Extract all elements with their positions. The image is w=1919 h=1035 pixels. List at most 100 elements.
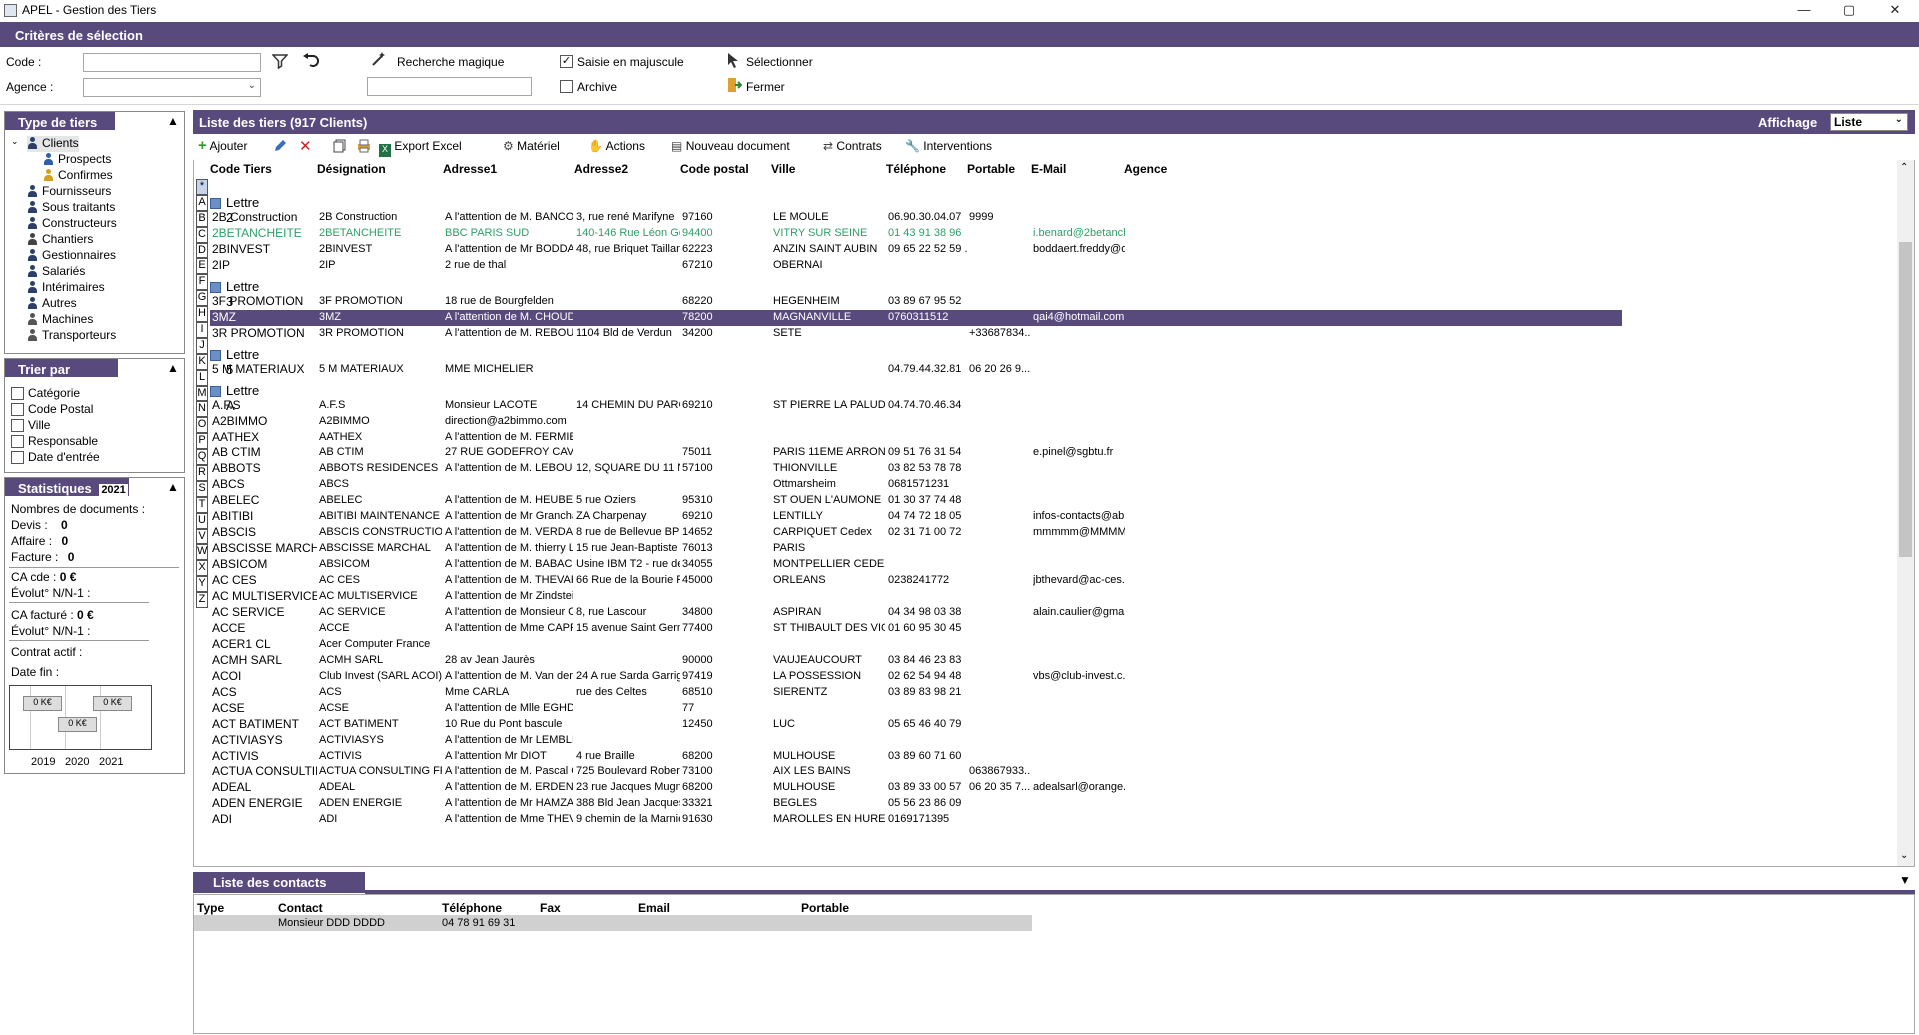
letter-index-button[interactable]: J [196, 337, 208, 354]
table-row[interactable]: ACTUA CONSULTIN...ACTUA CONSULTING FRA..… [210, 764, 1622, 780]
letter-index-button[interactable]: K [196, 353, 208, 370]
table-row[interactable]: AATHEX AATHEX A l'attention de M. FERMIER [210, 430, 1622, 446]
tree-item-chantiers[interactable]: Chantiers [27, 232, 182, 248]
letter-index-button[interactable]: D [196, 242, 208, 259]
table-row[interactable]: AC CES AC CES A l'attention de M. THEVAR..… [210, 573, 1622, 589]
letter-index-button[interactable]: I [196, 322, 208, 338]
table-row[interactable]: 5 M MATERIAUX 5 M MATERIAUX MME MICHELIER 0… [210, 362, 1622, 378]
column-header[interactable]: Adresse2 [574, 162, 628, 176]
tree-item-fournisseurs[interactable]: Fournisseurs [27, 184, 182, 200]
letter-index-button[interactable]: X [196, 560, 208, 577]
letter-index-button[interactable]: Q [196, 449, 208, 466]
tree-item-machines[interactable]: Machines [27, 312, 182, 328]
tree-item-prospects[interactable]: Prospects [27, 152, 182, 168]
tree-item-salariés[interactable]: Salariés [27, 264, 182, 280]
close-button[interactable]: ✕ [1872, 0, 1918, 21]
tree-item-sous-traitants[interactable]: Sous traitants [27, 200, 182, 216]
contact-column-header[interactable]: Email [638, 901, 670, 915]
table-row[interactable]: ACTIVIS ACTIVIS A l'attention Mr DIOT 4 rue… [210, 749, 1622, 765]
letter-index-button[interactable]: H [196, 306, 208, 323]
column-header[interactable]: Téléphone [886, 162, 946, 176]
sort-option[interactable]: Ville [11, 418, 181, 434]
filter-icon[interactable] [271, 53, 289, 72]
scroll-up-icon[interactable]: ⌃ [1900, 162, 1908, 173]
column-header[interactable]: Code Tiers [210, 162, 272, 176]
table-row[interactable]: ADEN ENERGIE ADEN ENERGIE A l'attention de… [210, 796, 1622, 812]
table-row[interactable]: AB CTIM AB CTIM 27 RUE GODEFROY CAVAI... 75… [210, 445, 1622, 461]
letter-index-button[interactable]: U [196, 512, 208, 529]
code-input[interactable] [83, 53, 261, 72]
contracts-button[interactable]: ⇄ Contrats [823, 139, 882, 153]
column-header[interactable]: E-Mail [1031, 162, 1066, 176]
maximize-button[interactable]: ▢ [1826, 0, 1872, 21]
display-select[interactable]: Liste ⌄ [1830, 113, 1908, 131]
table-row[interactable]: ACSE ACSE A l'attention de Mlle EGHD... 77 [210, 701, 1622, 717]
vertical-scrollbar[interactable]: ⌃ ⌄ [1897, 160, 1914, 866]
sort-option[interactable]: Catégorie [11, 386, 181, 402]
contact-column-header[interactable]: Contact [278, 901, 323, 915]
magic-search-input[interactable] [367, 77, 532, 96]
sort-option[interactable]: Responsable [11, 434, 181, 450]
tree-item-confirmes[interactable]: Confirmes [27, 168, 182, 184]
contact-column-header[interactable]: Fax [540, 901, 561, 915]
letter-index-button[interactable]: * [196, 179, 208, 195]
sort-option[interactable]: Date d'entrée [11, 450, 181, 466]
actions-button[interactable]: ✋ Actions [588, 139, 645, 153]
magic-search-label[interactable]: Recherche magique [397, 55, 504, 69]
table-row[interactable]: ACS ACS Mme CARLA rue des Celtes 68510 SIEREN… [210, 685, 1622, 701]
column-header[interactable]: Adresse1 [443, 162, 497, 176]
letter-index-button[interactable]: P [196, 433, 208, 450]
column-header[interactable]: Portable [967, 162, 1015, 176]
agence-select[interactable]: ⌄ [83, 78, 261, 97]
letter-index-button[interactable]: N [196, 401, 208, 418]
sort-checkbox[interactable] [11, 403, 24, 416]
letter-index-button[interactable]: L [196, 369, 208, 386]
tree-item-autres[interactable]: Autres [27, 296, 182, 312]
edit-icon[interactable] [273, 139, 287, 156]
table-row[interactable]: AC MULTISERVICE AC MULTISERVICE A l'attent… [210, 589, 1622, 605]
letter-index-button[interactable]: E [196, 258, 208, 275]
table-row[interactable]: ACCE ACCE A l'attention de Mme CAPR... 15 a… [210, 621, 1622, 637]
letter-index-button[interactable]: S [196, 480, 208, 497]
table-row[interactable]: ABSCISSE MARCHA...ABSCISSE MARCHAL A l'at… [210, 541, 1622, 557]
tree-item-constructeurs[interactable]: Constructeurs [27, 216, 182, 232]
letter-index-button[interactable]: O [196, 417, 208, 434]
contact-column-header[interactable]: Téléphone [442, 901, 502, 915]
tree-item-intérimaires[interactable]: Intérimaires [27, 280, 182, 296]
contact-column-header[interactable]: Type [197, 901, 224, 915]
table-row[interactable]: 2IP 2IP 2 rue de thal 67210 OBERNAI [210, 258, 1622, 274]
table-row[interactable]: ACER1 CL Acer Computer France [210, 637, 1622, 653]
print-icon[interactable] [357, 139, 371, 156]
copy-icon[interactable] [333, 139, 346, 156]
letter-index-button[interactable]: V [196, 528, 208, 545]
tree-item-gestionnaires[interactable]: Gestionnaires [27, 248, 182, 264]
letter-index-button[interactable]: W [196, 544, 208, 561]
contact-column-header[interactable]: Portable [801, 901, 849, 915]
table-row[interactable]: ABCS ABCS Ottmarsheim 0681571231 [210, 477, 1622, 493]
uppercase-checkbox[interactable]: ✓ [560, 55, 573, 68]
table-row[interactable]: 2B Construction 2B Construction A l'attent… [210, 210, 1622, 226]
tree-item-transporteurs[interactable]: Transporteurs [27, 328, 182, 344]
collapse-up-icon[interactable]: ▲ [167, 114, 179, 128]
contact-row[interactable]: Monsieur DDD DDDD 04 78 91 69 31 [194, 915, 1032, 931]
export-excel-button[interactable]: X Export Excel [379, 139, 462, 157]
minimize-button[interactable]: — [1781, 0, 1827, 21]
table-row[interactable]: A.F.S A.F.S Monsieur LACOTE 14 CHEMIN DU PA… [210, 398, 1622, 414]
collapse-up-icon[interactable]: ▲ [167, 361, 179, 375]
table-row[interactable]: 3R PROMOTION 3R PROMOTION A l'attention de… [210, 326, 1622, 342]
table-row[interactable]: ACTIVIASYS ACTIVIASYS A l'attention de Mr … [210, 733, 1622, 749]
letter-index-button[interactable]: F [196, 274, 208, 291]
letter-index-button[interactable]: T [196, 496, 208, 513]
collapse-up-icon[interactable]: ▲ [167, 480, 179, 494]
tree-expander-icon[interactable]: ⌄ [11, 136, 19, 147]
letter-index-button[interactable]: A [196, 194, 208, 211]
undo-icon[interactable] [302, 52, 320, 71]
scroll-down-icon[interactable]: ⌄ [1900, 850, 1908, 861]
archive-checkbox[interactable] [560, 80, 573, 93]
stats-year[interactable]: 2021 [99, 484, 128, 496]
select-button[interactable]: Sélectionner [746, 55, 813, 69]
letter-index-button[interactable]: Z [196, 592, 208, 609]
column-header[interactable]: Désignation [317, 162, 386, 176]
close-criteria-button[interactable]: Fermer [746, 80, 785, 94]
collapse-down-icon[interactable]: ▼ [1899, 873, 1911, 887]
